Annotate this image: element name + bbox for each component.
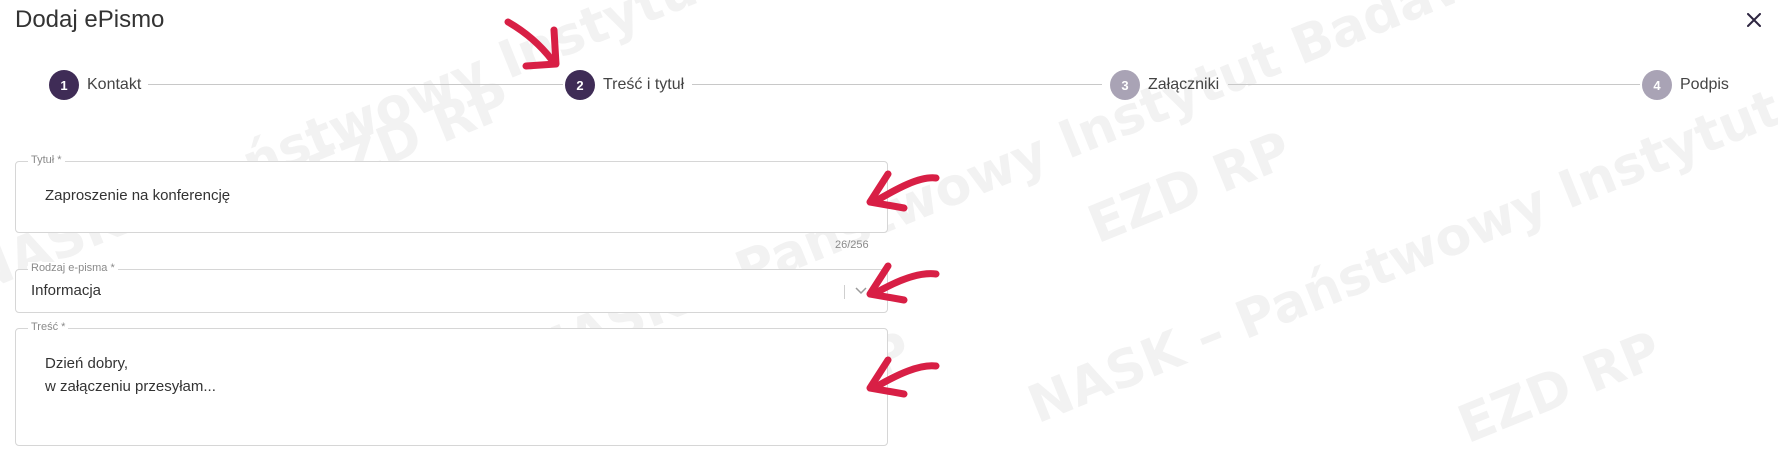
select-separator: [844, 285, 845, 299]
step-label: Załączniki: [1148, 76, 1220, 93]
content-textarea-label: Treść *: [28, 321, 69, 333]
stepper-connector: [692, 84, 1102, 85]
content-line: Dzień dobry,: [45, 355, 129, 372]
content-textarea[interactable]: Treść * Dzień dobry, w załączeniu przesy…: [15, 321, 888, 446]
type-select-value: Informacja: [31, 282, 102, 299]
content-line: w załączeniu przesyłam...: [45, 378, 216, 395]
annotation-arrow-icon: [504, 18, 560, 70]
step-number: 2: [565, 70, 595, 100]
step-podpis[interactable]: 4 Podpis: [1642, 70, 1729, 100]
step-tresc-i-tytul[interactable]: 2 Treść i tytuł: [565, 70, 684, 100]
annotation-arrow-icon: [866, 170, 940, 212]
title-input-value: Zaproszenie na konferencję: [45, 187, 231, 204]
annotation-arrow-icon: [866, 262, 940, 304]
step-kontakt[interactable]: 1 Kontakt: [49, 70, 141, 100]
annotation-arrow-icon: [866, 356, 940, 398]
type-select[interactable]: Rodzaj e-pisma * Informacja: [15, 262, 888, 313]
type-select-label: Rodzaj e-pisma *: [28, 262, 118, 274]
title-char-counter: 26/256: [835, 239, 869, 251]
stepper-connector: [148, 84, 563, 85]
step-label: Treść i tytuł: [603, 76, 685, 93]
step-number: 4: [1642, 70, 1672, 100]
stepper: 1 Kontakt 2 Treść i tytuł 3 Załączniki 4…: [0, 0, 1778, 120]
step-label: Kontakt: [87, 76, 142, 93]
step-label: Podpis: [1680, 76, 1729, 93]
step-number: 3: [1110, 70, 1140, 100]
step-zalaczniki[interactable]: 3 Załączniki: [1110, 70, 1219, 100]
title-field[interactable]: Tytuł * Zaproszenie na konferencję: [15, 154, 888, 233]
watermark-logo: EZD RP: [1450, 320, 1670, 456]
title-field-label: Tytuł *: [28, 154, 65, 166]
stepper-connector: [1228, 84, 1640, 85]
watermark-logo: EZD RP: [1080, 120, 1300, 256]
step-number: 1: [49, 70, 79, 100]
